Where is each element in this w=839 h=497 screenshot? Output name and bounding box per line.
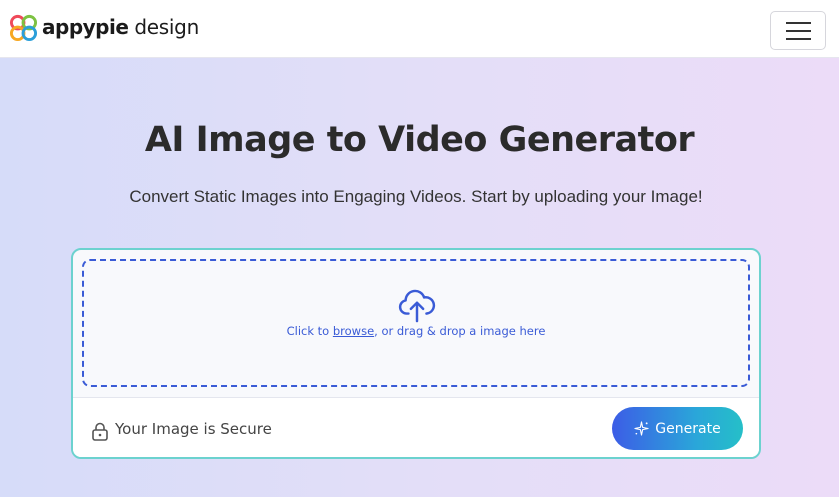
sparkle-icon [634,421,649,436]
generate-button[interactable]: Generate [612,407,743,450]
hamburger-icon-bar [785,29,811,32]
upload-card: Click to browse, or drag & drop a image … [71,248,761,459]
hamburger-menu-button[interactable] [770,11,826,50]
dropzone-instructions: Click to browse, or drag & drop a image … [84,324,748,338]
dropzone-text-prefix: Click to [286,324,333,338]
appypie-logo[interactable]: appypie design [9,12,199,42]
lock-icon [92,422,108,441]
cloud-upload-icon [398,289,436,323]
page-title: AI Image to Video Generator [144,120,695,160]
brand-name-regular: design [134,15,199,39]
generate-button-label: Generate [655,420,721,437]
browse-link[interactable]: browse [333,324,374,338]
secure-notice: Your Image is Secure [115,420,272,438]
hamburger-icon-bar [785,37,811,40]
dropzone-text-suffix: , or drag & drop a image here [374,324,546,338]
upload-card-footer: Your Image is Secure Generate [73,397,759,457]
brand-name-bold: appypie [42,15,129,39]
page-subtitle: Convert Static Images into Engaging Vide… [129,187,703,206]
hamburger-icon-bar [785,21,811,24]
top-navbar: appypie design [0,0,839,58]
appypie-logo-icon [9,14,38,41]
image-dropzone[interactable]: Click to browse, or drag & drop a image … [82,259,750,387]
